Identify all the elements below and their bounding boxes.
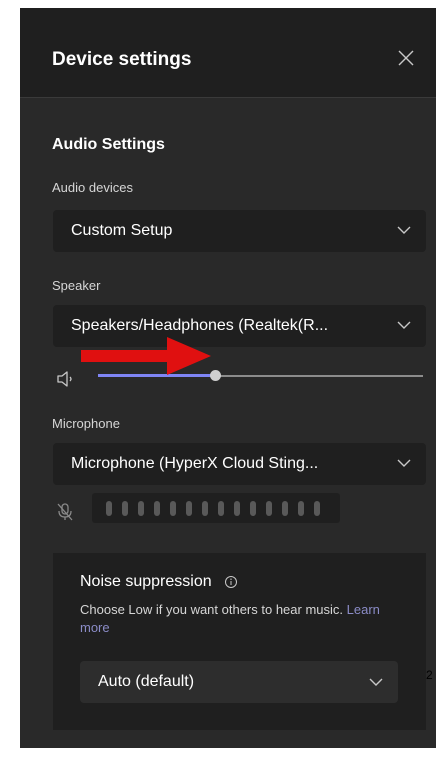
meter-segment — [266, 501, 272, 516]
meter-segment — [250, 501, 256, 516]
noise-suppression-dropdown[interactable]: Auto (default) — [80, 661, 398, 703]
meter-segment — [154, 501, 160, 516]
meter-segment — [202, 501, 208, 516]
noise-suppression-title: Noise suppression — [80, 573, 212, 590]
speaker-icon — [57, 371, 72, 387]
audio-devices-value: Custom Setup — [71, 222, 173, 239]
volume-slider-thumb[interactable] — [210, 370, 221, 381]
speaker-label: Speaker — [52, 278, 101, 293]
dialog-header: Device settings — [20, 8, 436, 98]
info-icon[interactable] — [224, 575, 238, 589]
chevron-down-icon — [397, 321, 411, 329]
noise-suppression-text: Choose Low if you want others to hear mu… — [80, 602, 344, 617]
mic-muted-icon — [57, 503, 73, 521]
noise-suppression-description: Choose Low if you want others to hear mu… — [80, 601, 380, 637]
meter-segment — [298, 501, 304, 516]
close-icon — [398, 50, 414, 66]
noise-suppression-value: Auto (default) — [98, 673, 195, 690]
meter-segment — [170, 501, 176, 516]
audio-devices-label: Audio devices — [52, 180, 133, 195]
chevron-down-icon — [369, 678, 383, 686]
close-button[interactable] — [396, 48, 416, 68]
audio-devices-dropdown[interactable]: Custom Setup — [53, 210, 426, 252]
chevron-down-icon — [397, 226, 411, 234]
chevron-down-icon — [397, 459, 411, 467]
speaker-value: Speakers/Headphones (Realtek(R... — [71, 317, 329, 334]
meter-segment — [106, 501, 112, 516]
noise-suppression-card: Noise suppression Choose Low if you want… — [53, 553, 426, 730]
meter-segment — [218, 501, 224, 516]
microphone-value: Microphone (HyperX Cloud Sting... — [71, 455, 319, 472]
meter-segment — [138, 501, 144, 516]
red-arrow-annotation — [81, 337, 211, 375]
audio-settings-heading: Audio Settings — [52, 136, 165, 153]
meter-segment — [314, 501, 320, 516]
edge-clipped-text: 2 — [426, 668, 433, 682]
meter-segment — [282, 501, 288, 516]
meter-segment — [186, 501, 192, 516]
device-settings-panel: Device settings Audio Settings Audio dev… — [20, 8, 436, 748]
meter-segment — [234, 501, 240, 516]
dialog-title: Device settings — [52, 49, 192, 70]
meter-segment — [122, 501, 128, 516]
microphone-label: Microphone — [52, 416, 120, 431]
microphone-dropdown[interactable]: Microphone (HyperX Cloud Sting... — [53, 443, 426, 485]
microphone-level-meter — [92, 493, 340, 523]
